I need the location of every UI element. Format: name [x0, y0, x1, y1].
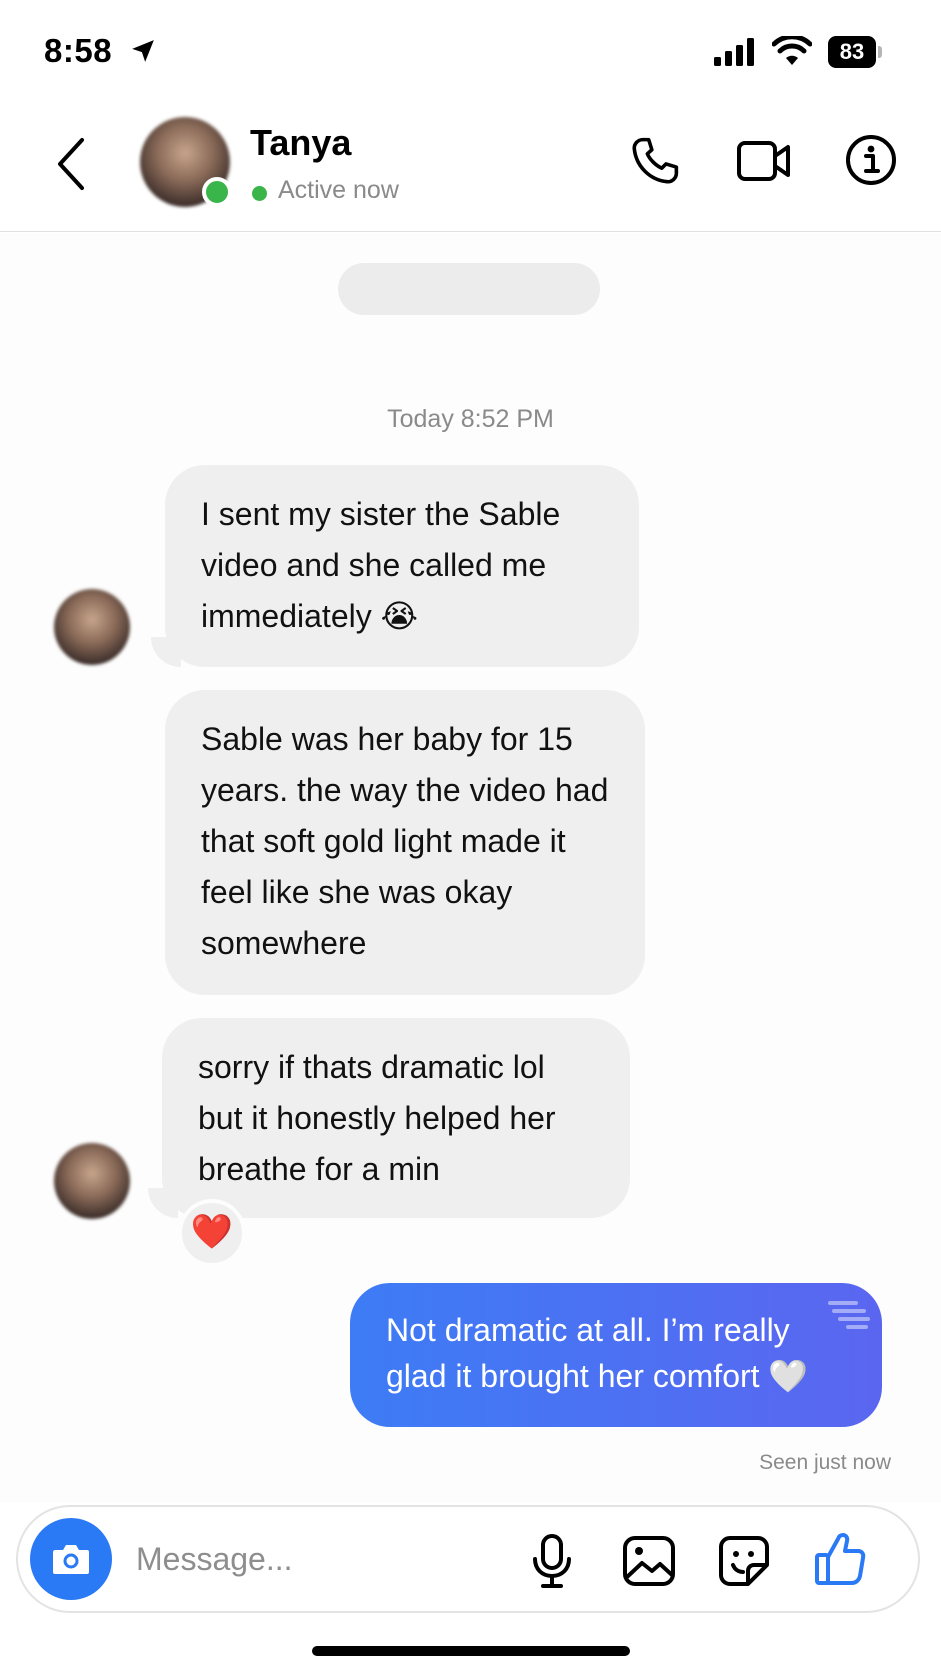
gallery-icon[interactable]	[622, 1535, 676, 1587]
heart-reaction[interactable]: ❤️	[178, 1199, 246, 1267]
message-thread[interactable]: Today 8:52 PM I sent my sister the Sable…	[0, 233, 941, 1503]
outgoing-message[interactable]: Not dramatic at all. I’m really glad it …	[350, 1283, 882, 1427]
battery-tip	[878, 46, 882, 58]
message-text: sorry if thats dramatic lol but it hones…	[198, 1049, 556, 1187]
status-time: 8:58	[44, 32, 113, 69]
blurred-banner	[338, 263, 600, 315]
message-composer	[16, 1505, 920, 1613]
camera-icon	[53, 1545, 89, 1574]
sender-avatar[interactable]	[54, 1143, 130, 1219]
message-timestamp: Today 8:52 PM	[387, 405, 554, 433]
battery-level: 83	[828, 36, 876, 68]
online-indicator	[202, 177, 232, 207]
signal-icon	[714, 38, 754, 66]
sticker-icon[interactable]	[718, 1535, 770, 1587]
like-icon[interactable]	[814, 1531, 866, 1587]
camera-button[interactable]	[30, 1518, 112, 1600]
incoming-message[interactable]: sorry if thats dramatic lol but it hones…	[148, 1018, 630, 1218]
reply-swipe-icon	[828, 1301, 870, 1329]
location-arrow-icon	[132, 40, 154, 62]
seen-receipt: Seen just now	[759, 1451, 891, 1474]
contact-name[interactable]: Tanya	[250, 122, 351, 164]
phone-icon[interactable]	[628, 134, 682, 188]
message-text: Not dramatic at all. I’m really glad it …	[386, 1312, 809, 1394]
bubble-tail	[148, 1188, 178, 1218]
info-icon[interactable]	[845, 134, 897, 186]
home-indicator[interactable]	[312, 1646, 630, 1656]
active-status-dot	[252, 186, 267, 201]
back-chevron-icon[interactable]	[52, 136, 92, 192]
incoming-message[interactable]: I sent my sister the Sable video and she…	[151, 465, 639, 667]
message-text: I sent my sister the Sable video and she…	[201, 496, 561, 634]
sender-avatar[interactable]	[54, 589, 130, 665]
battery-indicator: 83	[828, 36, 882, 68]
incoming-message[interactable]: Sable was her baby for 15 years. the way…	[165, 690, 645, 995]
chat-header: Tanya Active now	[0, 100, 941, 232]
active-status-text: Active now	[278, 176, 399, 204]
mic-icon[interactable]	[530, 1533, 574, 1589]
bubble-tail	[151, 637, 181, 667]
video-icon[interactable]	[736, 136, 792, 186]
wifi-icon	[772, 36, 812, 65]
status-bar: 8:58 83	[0, 0, 941, 100]
message-text: Sable was her baby for 15 years. the way…	[201, 721, 609, 961]
message-input[interactable]	[136, 1535, 496, 1583]
